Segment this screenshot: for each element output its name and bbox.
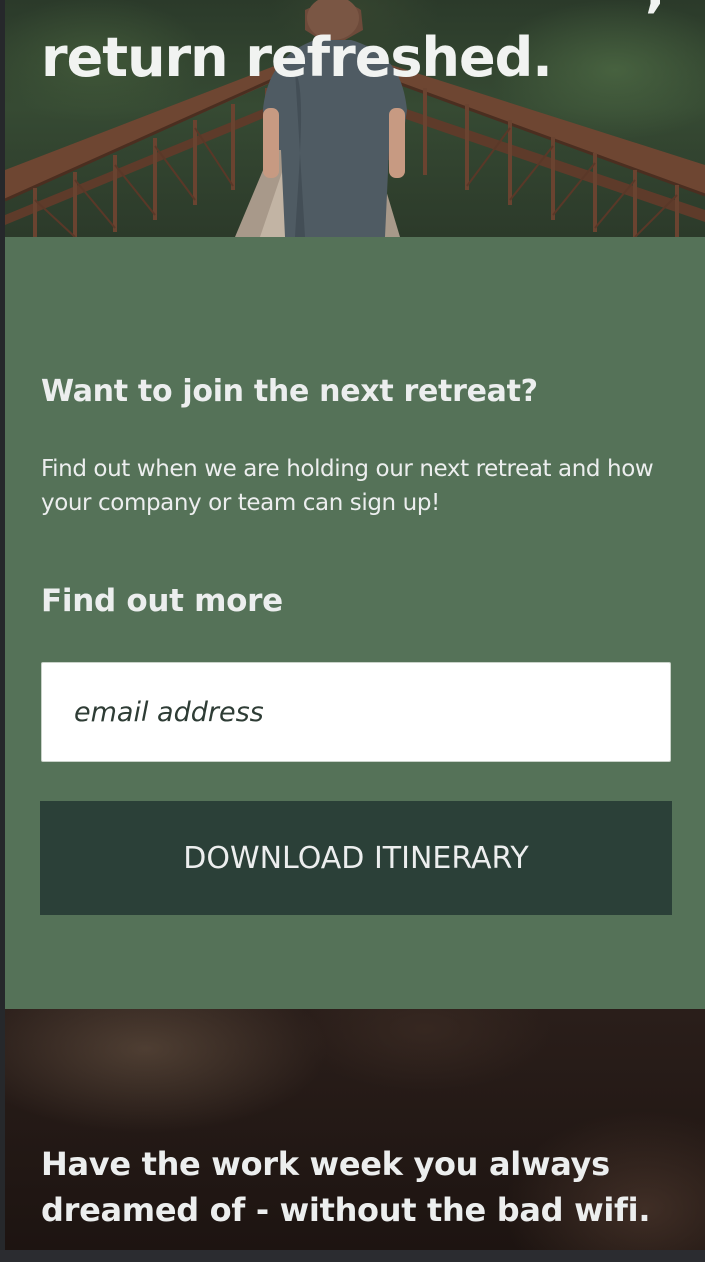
download-itinerary-button[interactable]: DOWNLOAD ITINERARY xyxy=(40,801,672,915)
bottom-hero-title: Have the work week you always dreamed of… xyxy=(41,1145,651,1229)
page-bottom-edge xyxy=(0,1250,705,1262)
signup-section: Want to join the next retreat? Find out … xyxy=(5,237,705,1009)
bottom-hero-section: Have the work week you always dreamed of… xyxy=(5,1009,705,1250)
hero-title-fragment: , xyxy=(645,0,666,19)
find-out-more-heading: Find out more xyxy=(41,583,283,619)
hero-title: return refreshed. xyxy=(41,26,553,89)
email-input[interactable] xyxy=(41,662,671,762)
signup-heading: Want to join the next retreat? xyxy=(41,374,538,409)
hero-section: return refreshed. , xyxy=(5,0,705,237)
signup-description: Find out when we are holding our next re… xyxy=(41,456,654,516)
